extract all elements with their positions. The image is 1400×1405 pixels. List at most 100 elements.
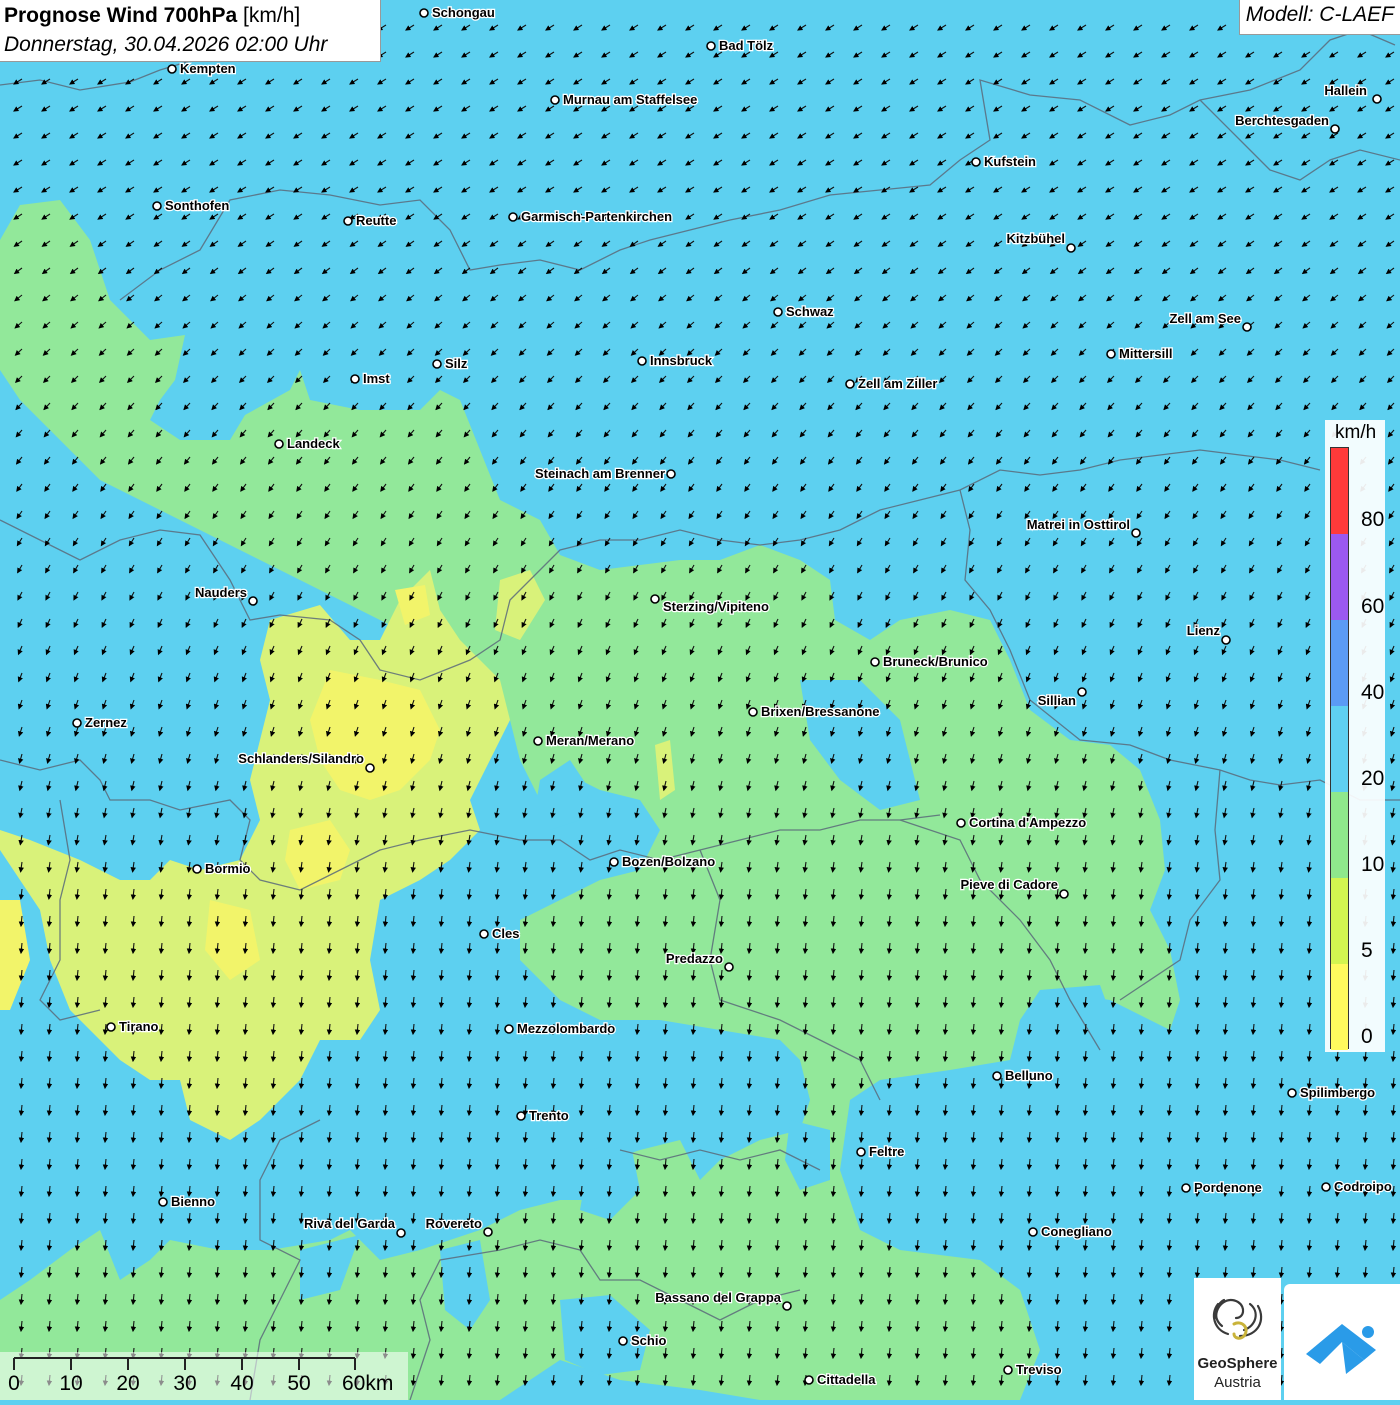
city-label: Schio xyxy=(631,1333,666,1348)
city-dot xyxy=(845,379,855,389)
geosphere-logo: GeoSphere Austria xyxy=(1194,1278,1281,1400)
scale-bar: 0 10 20 30 40 50 60km xyxy=(0,1352,408,1400)
city-dot xyxy=(167,64,177,74)
city-dot xyxy=(773,307,783,317)
city-label: Matrei in Osttirol xyxy=(1027,517,1130,532)
city-dot xyxy=(1321,1182,1331,1192)
city-label: Bruneck/Brunico xyxy=(883,654,988,669)
city-dot xyxy=(550,95,560,105)
city-label: Schongau xyxy=(432,5,495,20)
city-label: Bassano del Grappa xyxy=(655,1290,781,1305)
city-dot xyxy=(396,1228,406,1238)
legend-label-20: 20 xyxy=(1361,767,1385,790)
title-box: Prognose Wind 700hPa [km/h] Donnerstag, … xyxy=(0,0,381,62)
city-label: Sterzing/Vipiteno xyxy=(663,599,769,614)
city-dot xyxy=(706,41,716,51)
city-dot xyxy=(192,864,202,874)
legend-label-0: 0 xyxy=(1361,1025,1373,1048)
city-dot xyxy=(274,439,284,449)
city-label: Brixen/Bressanone xyxy=(761,704,880,719)
app-arrow-icon xyxy=(1306,1324,1376,1374)
city-dot xyxy=(248,596,258,606)
city-dot xyxy=(1059,889,1069,899)
city-label: Codroipo xyxy=(1334,1179,1392,1194)
city-dot xyxy=(956,818,966,828)
city-dot xyxy=(971,157,981,167)
city-dot xyxy=(72,718,82,728)
legend-segment-0 xyxy=(1331,964,1348,1050)
city-dot xyxy=(483,1227,493,1237)
city-label: Schlanders/Silandro xyxy=(238,751,364,766)
city-label: Cittadella xyxy=(817,1372,876,1387)
city-label: Zernez xyxy=(85,715,127,730)
city-label: Garmisch-Partenkirchen xyxy=(521,209,672,224)
legend-segment-10 xyxy=(1331,792,1348,878)
map-title-unit: [km/h] xyxy=(243,4,301,27)
city-dot xyxy=(350,374,360,384)
city-label: Feltre xyxy=(869,1144,904,1159)
scale-label-30: 30 xyxy=(173,1372,197,1395)
city-dot xyxy=(804,1375,814,1385)
city-label: Reutte xyxy=(356,213,396,228)
city-dot xyxy=(1077,687,1087,697)
city-dot xyxy=(748,707,758,717)
city-dot xyxy=(152,201,162,211)
city-dot xyxy=(856,1147,866,1157)
legend-segment-40 xyxy=(1331,620,1348,706)
city-label: Mittersill xyxy=(1119,346,1172,361)
city-dot xyxy=(1028,1227,1038,1237)
legend-label-5: 5 xyxy=(1361,939,1373,962)
city-label: Tirano xyxy=(119,1019,159,1034)
legend-label-60: 60 xyxy=(1361,595,1385,618)
city-dot xyxy=(1131,528,1141,538)
city-label: Silz xyxy=(445,356,468,371)
weather-app-logo xyxy=(1284,1284,1400,1400)
city-dot xyxy=(666,469,676,479)
city-dot xyxy=(637,356,647,366)
city-label: Pieve di Cadore xyxy=(960,877,1058,892)
city-label: Riva del Garda xyxy=(304,1216,396,1231)
city-label: Landeck xyxy=(287,436,341,451)
city-label: Meran/Merano xyxy=(546,733,634,748)
city-dot xyxy=(1066,243,1076,253)
city-label: Pordenone xyxy=(1194,1180,1262,1195)
city-dot xyxy=(533,736,543,746)
map-title: Prognose Wind 700hPa [km/h] xyxy=(4,2,376,30)
city-dot xyxy=(504,1024,514,1034)
city-dot xyxy=(1330,124,1340,134)
city-label: Predazzo xyxy=(666,951,723,966)
city-label: Schwaz xyxy=(786,304,834,319)
city-dot xyxy=(158,1197,168,1207)
city-label: Treviso xyxy=(1016,1362,1062,1377)
city-dot xyxy=(1372,94,1382,104)
geosphere-name: GeoSphere xyxy=(1197,1355,1278,1372)
city-label: Kempten xyxy=(180,61,236,76)
scale-label-50: 50 xyxy=(287,1372,311,1395)
city-dot xyxy=(1221,635,1231,645)
city-label: Berchtesgaden xyxy=(1235,113,1329,128)
city-label: Kufstein xyxy=(984,154,1036,169)
city-label: Murnau am Staffelsee xyxy=(563,92,697,107)
city-label: Spilimbergo xyxy=(1300,1085,1375,1100)
city-label: Zell am See xyxy=(1169,311,1241,326)
city-dot xyxy=(782,1301,792,1311)
model-label: Modell: C-LAEF xyxy=(1238,0,1400,35)
city-label: Lienz xyxy=(1187,623,1221,638)
legend-segment-20 xyxy=(1331,706,1348,792)
city-label: Imst xyxy=(363,371,390,386)
city-label: Belluno xyxy=(1005,1068,1053,1083)
city-label: Bad Tölz xyxy=(719,38,774,53)
city-dot xyxy=(1003,1365,1013,1375)
city-dot xyxy=(992,1071,1002,1081)
legend-color-bar xyxy=(1330,447,1349,1050)
city-label: Mezzolombardo xyxy=(517,1021,615,1036)
city-dot xyxy=(609,857,619,867)
city-label: Trento xyxy=(529,1108,569,1123)
city-dot xyxy=(516,1111,526,1121)
geosphere-subtitle: Austria xyxy=(1214,1374,1261,1391)
scale-label-60km: 60km xyxy=(342,1372,394,1395)
city-label: Sonthofen xyxy=(165,198,229,213)
city-label: Zell am Ziller xyxy=(858,376,937,391)
legend-segment-60 xyxy=(1331,534,1348,620)
city-label: Bozen/Bolzano xyxy=(622,854,715,869)
